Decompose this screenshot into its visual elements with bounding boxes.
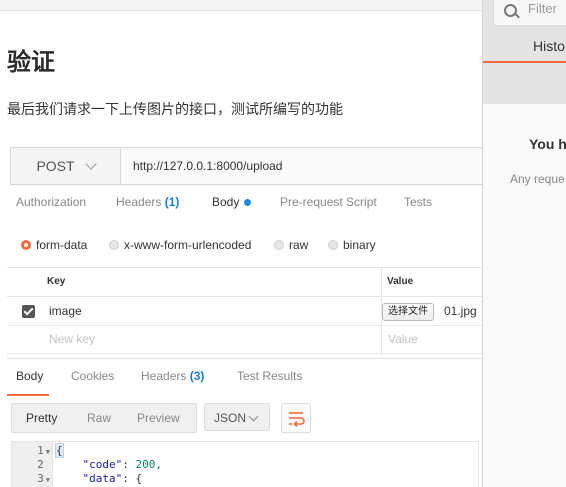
view-mode-group: Pretty Raw Preview [11,403,197,433]
tab-cookies[interactable]: Cookies [71,369,114,383]
fold-arrow-icon[interactable]: ▼ [46,448,50,456]
key-column-header: Key [47,276,66,287]
tab-prerequest-label: Pre-request Script [280,195,377,209]
code-brace: { [55,443,64,458]
table-row-new: New key Value [7,325,482,354]
headers-count: (1) [164,195,180,209]
body-modified-dot-icon [244,199,252,207]
view-raw-button[interactable]: Raw [87,404,111,432]
radio-urlencoded-label: x-www-form-urlencoded [124,238,252,252]
history-sidebar: Filter Histo You h Any reque [482,0,566,487]
table-header: Key Value [7,267,482,297]
tab-response-body[interactable]: Body [16,369,43,383]
file-name: 01.jpg [444,304,477,318]
code-key: "data" [82,472,123,485]
format-select[interactable]: JSON [204,403,270,431]
tab-response-body-label: Body [16,369,44,383]
radio-empty-icon [274,240,284,250]
radio-urlencoded[interactable]: x-www-form-urlencoded [109,238,251,252]
chevron-down-icon [84,158,97,170]
response-tabs: Body Cookies Headers (3) Test Results [7,369,482,397]
row-key[interactable]: image [49,297,82,325]
code-line: "data": { [82,472,143,485]
line-number: 2▼ [12,458,50,471]
tab-authorization[interactable]: Authorization [16,195,86,209]
line-number: 3 ▼ [12,472,50,485]
method-label: POST [36,158,75,174]
view-preview-button[interactable]: Preview [137,404,180,432]
code-value: { [135,472,143,485]
tab-body[interactable]: Body [212,195,252,209]
url-input[interactable]: http://127.0.0.1:8000/upload [133,148,282,184]
response-code-editor[interactable]: 1▼ 2▼ 3▼ { "code": 200, "data": { [11,441,479,487]
history-panel [483,104,566,487]
history-tab-underline [483,61,566,63]
new-value-input[interactable]: Value [388,325,418,353]
tab-response-headers[interactable]: Headers (3) [141,369,204,383]
radio-binary[interactable]: binary [328,238,376,252]
postman-screenshot: POST http://127.0.0.1:8000/upload Author… [7,143,482,487]
body-type-radios: form-data x-www-form-urlencoded raw bina… [7,229,482,259]
wrap-lines-button[interactable] [281,403,311,433]
tab-tests-label: Tests [404,195,433,209]
section-divider [7,358,482,359]
format-label: JSON [214,411,247,425]
request-tabs: Authorization Headers (1) Body Pre-reque… [7,195,482,223]
response-headers-count: (3) [189,369,205,383]
tab-response-headers-label: Headers [141,369,187,383]
tab-body-label: Body [212,195,240,209]
radio-binary-label: binary [343,238,376,252]
radio-form-data[interactable]: form-data [21,238,87,252]
tab-history[interactable]: Histo [533,38,565,54]
new-key-input[interactable]: New key [49,325,95,353]
history-search[interactable]: Filter [493,0,566,26]
code-value: 200, [135,458,163,471]
tab-cookies-label: Cookies [71,369,115,383]
history-search-placeholder: Filter [528,1,557,16]
line-number: 1 ▼ [12,444,50,457]
url-bar: POST http://127.0.0.1:8000/upload [10,147,482,185]
tab-test-results[interactable]: Test Results [237,369,302,383]
code-line: { [55,443,64,458]
tab-headers-label: Headers [116,195,162,209]
value-column-header: Value [387,276,414,287]
tab-headers[interactable]: Headers (1) [116,195,179,209]
radio-selected-icon [21,240,31,250]
line-number-text: 3 [37,472,44,485]
tab-authorization-label: Authorization [16,195,87,209]
top-strip [0,0,482,11]
choose-file-button[interactable]: 选择文件 [382,303,434,321]
view-pretty-button[interactable]: Pretty [26,404,57,432]
tab-test-results-label: Test Results [237,369,303,383]
radio-raw[interactable]: raw [274,238,308,252]
method-select[interactable]: POST [11,148,121,184]
tab-prerequest-script[interactable]: Pre-request Script [280,195,377,209]
table-row: image 选择文件 01.jpg [7,297,482,326]
code-line: "code": 200, [82,458,163,471]
response-toolbar: Pretty Raw Preview JSON [11,403,477,433]
radio-empty-icon [328,240,338,250]
row-checkbox[interactable] [22,305,35,318]
wrap-lines-icon [289,412,305,428]
tab-tests[interactable]: Tests [404,195,432,209]
history-empty-subtitle: Any reque [510,172,565,186]
active-tab-underline [7,394,49,396]
line-number-text: 1 [37,444,44,457]
line-number-text: 2 [37,458,44,471]
search-icon [504,4,517,17]
radio-form-data-label: form-data [36,238,88,252]
radio-empty-icon [109,240,119,250]
article-paragraph: 最后我们请求一下上传图片的接口，测试所编写的功能 [7,102,343,118]
code-key: "code" [82,458,123,471]
history-empty-title: You h [529,136,566,152]
radio-raw-label: raw [289,238,309,252]
fold-arrow-icon[interactable]: ▼ [46,476,50,484]
article-heading: 验证 [7,48,55,76]
chevron-down-icon [248,411,259,422]
